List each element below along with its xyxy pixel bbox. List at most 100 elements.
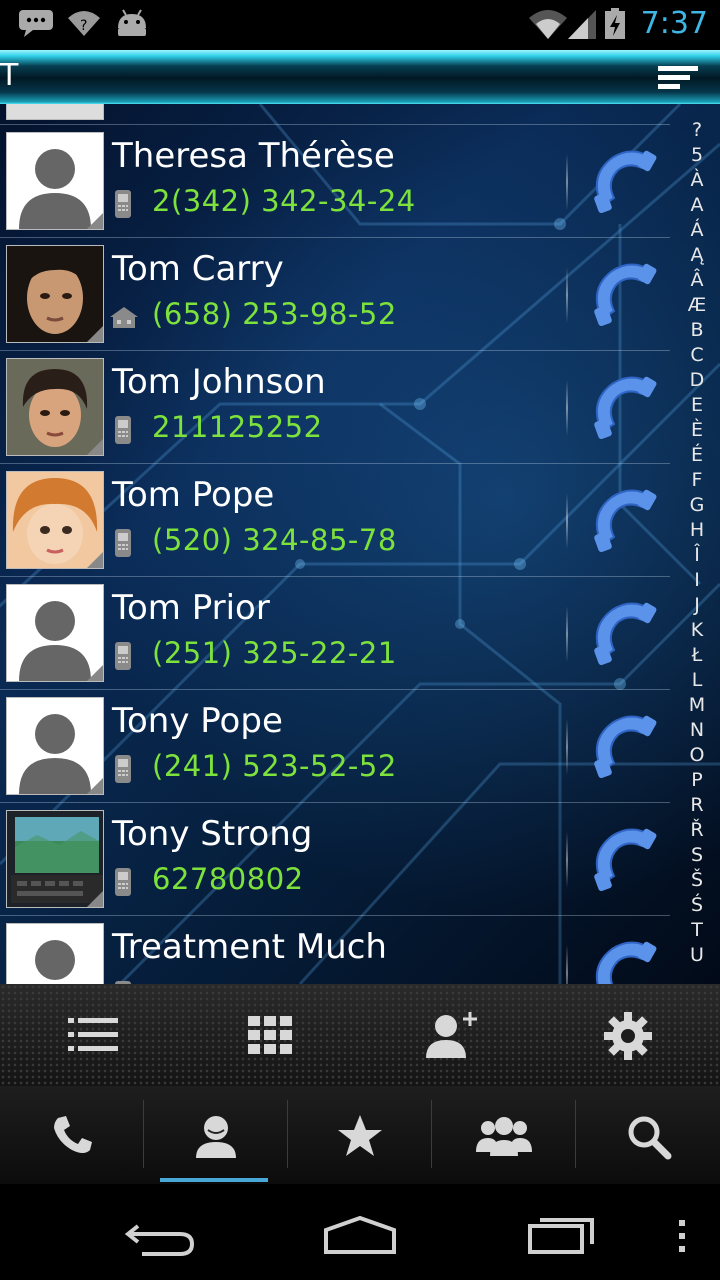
list-item[interactable]: Theresa Thérèse 2(342) 342-34-24 bbox=[0, 124, 670, 238]
contact-avatar-photo[interactable] bbox=[6, 245, 104, 343]
contact-avatar-placeholder[interactable] bbox=[6, 923, 104, 984]
divider bbox=[566, 945, 568, 984]
divider bbox=[566, 606, 568, 662]
contact-avatar-photo[interactable] bbox=[6, 810, 104, 908]
recent-apps-icon[interactable] bbox=[526, 1212, 598, 1260]
phone-tab-icon bbox=[54, 1116, 92, 1153]
call-button-icon[interactable] bbox=[586, 146, 658, 218]
add-contact-icon[interactable] bbox=[420, 1008, 480, 1058]
tab-phone[interactable] bbox=[0, 1086, 144, 1184]
mobile-phone-icon bbox=[112, 753, 134, 789]
tab-favorites[interactable] bbox=[288, 1086, 432, 1184]
contact-phone: (658) 253-98-52 bbox=[152, 297, 397, 331]
contacts-tab-icon bbox=[196, 1116, 236, 1158]
contact-avatar-placeholder[interactable] bbox=[6, 697, 104, 795]
index-letter[interactable]: O bbox=[682, 743, 712, 768]
index-letter[interactable]: G bbox=[682, 493, 712, 518]
index-letter[interactable]: Ł bbox=[682, 643, 712, 668]
call-button-icon[interactable] bbox=[586, 372, 658, 444]
index-letter[interactable]: F bbox=[682, 468, 712, 493]
index-letter[interactable]: B bbox=[682, 318, 712, 343]
index-letter[interactable]: À bbox=[682, 168, 712, 193]
index-letter[interactable]: Î bbox=[682, 543, 712, 568]
settings-icon[interactable] bbox=[600, 1010, 660, 1060]
contact-avatar-placeholder[interactable] bbox=[6, 584, 104, 682]
index-letter[interactable]: I bbox=[682, 568, 712, 593]
call-button-icon[interactable] bbox=[586, 485, 658, 557]
status-bar: ? 7:37 bbox=[0, 0, 720, 50]
list-item[interactable]: Tom Pope (520) 324-85-78 bbox=[0, 463, 670, 577]
divider bbox=[566, 719, 568, 775]
contact-name: Tom Carry bbox=[112, 249, 284, 289]
call-button-icon[interactable] bbox=[586, 259, 658, 331]
call-button-icon[interactable] bbox=[586, 711, 658, 783]
index-letter[interactable]: H bbox=[682, 518, 712, 543]
index-letter[interactable]: N bbox=[682, 718, 712, 743]
back-icon[interactable] bbox=[124, 1218, 196, 1262]
contact-name: Tom Pope bbox=[112, 475, 275, 515]
contact-name: Tony Pope bbox=[112, 701, 283, 741]
home-icon[interactable] bbox=[322, 1214, 398, 1258]
grid-view-icon[interactable] bbox=[240, 1012, 300, 1060]
contact-name: Tony Strong bbox=[112, 814, 313, 854]
divider bbox=[566, 493, 568, 549]
messages-icon bbox=[18, 8, 54, 42]
contact-list[interactable]: Theresa Thérèse 2(342) 342-34-24 Tom Car… bbox=[0, 104, 720, 984]
list-item[interactable]: Tony Strong 62780802 bbox=[0, 802, 670, 916]
index-letter[interactable]: P bbox=[682, 768, 712, 793]
index-letter[interactable]: Æ bbox=[682, 293, 712, 318]
call-button-icon[interactable] bbox=[586, 598, 658, 670]
tab-groups[interactable] bbox=[432, 1086, 576, 1184]
index-letter[interactable]: Ą bbox=[682, 243, 712, 268]
index-letter[interactable]: É bbox=[682, 443, 712, 468]
index-letter[interactable]: C bbox=[682, 343, 712, 368]
mobile-phone-icon bbox=[112, 527, 134, 563]
status-clock: 7:37 bbox=[640, 6, 708, 41]
list-item[interactable]: Treatment Much bbox=[0, 915, 670, 984]
alphabet-index[interactable]: ? 5 À A Á Ą Â Æ B C D E È É F G H Î I J K Ł L M N O P R Ř S Š Ś T U bbox=[682, 118, 712, 968]
index-letter[interactable]: Â bbox=[682, 268, 712, 293]
index-letter[interactable]: K bbox=[682, 618, 712, 643]
index-letter[interactable]: U bbox=[682, 943, 712, 968]
divider bbox=[566, 154, 568, 210]
index-letter[interactable]: 5 bbox=[682, 143, 712, 168]
index-letter[interactable]: R bbox=[682, 793, 712, 818]
list-item[interactable]: Tom Johnson 211125252 bbox=[0, 350, 670, 464]
divider bbox=[566, 267, 568, 323]
navigation-bar bbox=[0, 1184, 720, 1280]
tab-contacts[interactable] bbox=[144, 1086, 288, 1184]
groups-tab-icon bbox=[476, 1117, 532, 1156]
index-letter[interactable]: E bbox=[682, 393, 712, 418]
favorites-tab-icon bbox=[338, 1115, 382, 1156]
index-letter[interactable]: D bbox=[682, 368, 712, 393]
list-item[interactable]: Tom Prior (251) 325-22-21 bbox=[0, 576, 670, 690]
index-letter[interactable]: L bbox=[682, 668, 712, 693]
contact-avatar-placeholder[interactable] bbox=[6, 132, 104, 230]
index-letter[interactable]: Á bbox=[682, 218, 712, 243]
index-letter[interactable]: M bbox=[682, 693, 712, 718]
contact-avatar-photo[interactable] bbox=[6, 471, 104, 569]
mobile-phone-icon bbox=[112, 640, 134, 676]
index-letter[interactable]: Ś bbox=[682, 893, 712, 918]
index-letter[interactable]: Ř bbox=[682, 818, 712, 843]
tab-bar bbox=[0, 1086, 720, 1184]
index-letter[interactable]: J bbox=[682, 593, 712, 618]
section-letter: T bbox=[0, 58, 19, 93]
call-button-icon[interactable] bbox=[586, 824, 658, 896]
list-view-icon[interactable] bbox=[64, 1012, 124, 1060]
list-menu-icon[interactable] bbox=[658, 64, 698, 98]
list-item[interactable]: Tom Carry (658) 253-98-52 bbox=[0, 237, 670, 351]
contact-avatar-photo[interactable] bbox=[6, 358, 104, 456]
overflow-menu-icon[interactable] bbox=[676, 1218, 688, 1258]
index-letter[interactable]: È bbox=[682, 418, 712, 443]
search-tab-icon bbox=[628, 1116, 672, 1160]
mobile-phone-icon bbox=[112, 414, 134, 450]
index-letter[interactable]: ? bbox=[682, 118, 712, 143]
index-letter[interactable]: Š bbox=[682, 868, 712, 893]
index-letter[interactable]: A bbox=[682, 193, 712, 218]
index-letter[interactable]: T bbox=[682, 918, 712, 943]
call-button-icon[interactable] bbox=[586, 937, 658, 984]
index-letter[interactable]: S bbox=[682, 843, 712, 868]
list-item[interactable]: Tony Pope (241) 523-52-52 bbox=[0, 689, 670, 803]
tab-search[interactable] bbox=[576, 1086, 720, 1184]
